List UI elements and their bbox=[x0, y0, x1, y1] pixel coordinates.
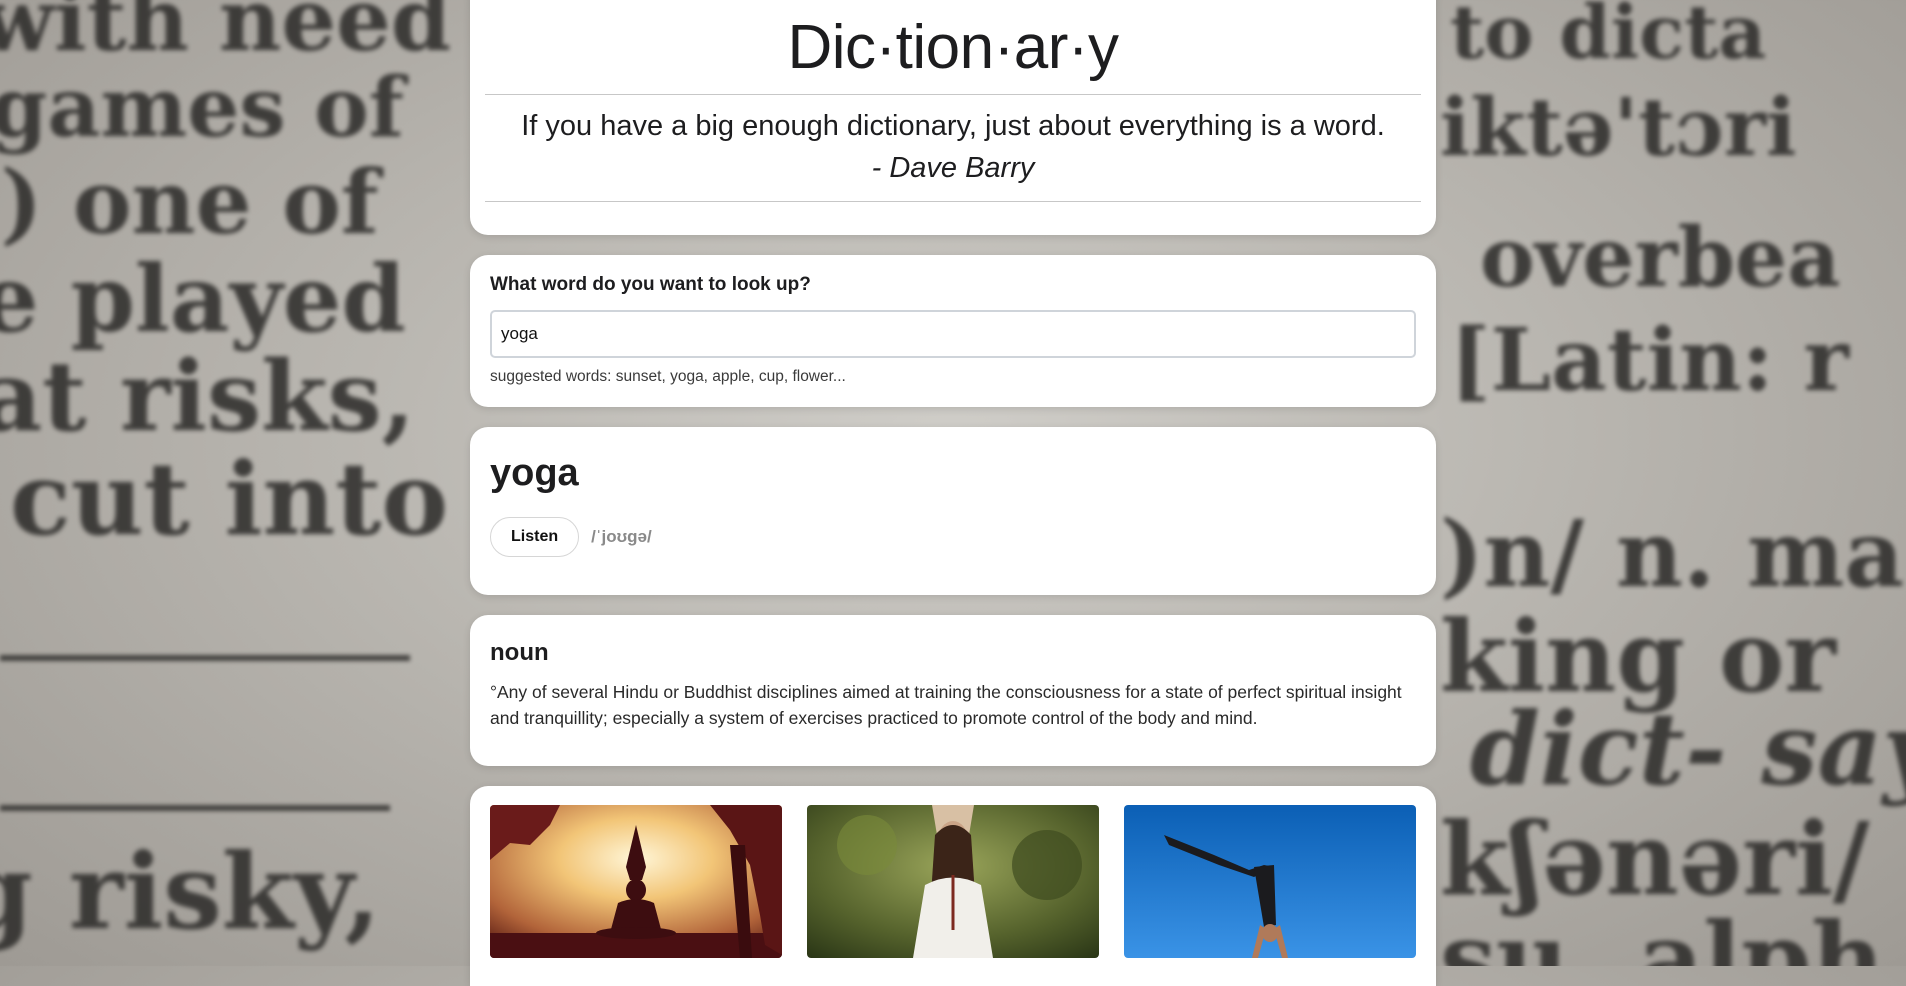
phonetic-row: Listen /ˈjoʊɡə/ bbox=[490, 517, 1416, 557]
background-text: cut into bbox=[10, 440, 449, 558]
background-text: dict- say bbox=[1470, 690, 1906, 808]
divider bbox=[485, 201, 1421, 202]
background-text: at risks, bbox=[0, 340, 416, 453]
search-input[interactable] bbox=[490, 310, 1416, 358]
background-text: games of bbox=[0, 60, 405, 156]
background-rule bbox=[0, 805, 390, 811]
background-text: iktə'tɔri bbox=[1440, 80, 1797, 174]
background-text: g risky, bbox=[0, 830, 381, 953]
part-of-speech: noun bbox=[490, 639, 549, 666]
photos-card bbox=[470, 786, 1436, 986]
photo-woman-forest bbox=[807, 805, 1099, 958]
result-word: yoga bbox=[490, 452, 579, 494]
header-card: Dic·tion·ar·y If you have a big enough d… bbox=[470, 0, 1436, 235]
background-text: to dicta bbox=[1450, 0, 1767, 76]
background-text: su. alph bbox=[1440, 900, 1885, 966]
phonetic-text: /ˈjoʊɡə/ bbox=[591, 527, 652, 546]
definition-text: °Any of several Hindu or Buddhist discip… bbox=[490, 682, 1402, 728]
background-rule bbox=[0, 655, 410, 661]
page-title: Dic·tion·ar·y bbox=[787, 13, 1119, 82]
photo-meditation-sunset bbox=[490, 805, 782, 958]
background-text: .) one of bbox=[0, 150, 379, 254]
photo-handstand-sky bbox=[1124, 805, 1416, 958]
search-label: What word do you want to look up? bbox=[490, 274, 811, 295]
suggested-words-hint: suggested words: sunset, yoga, apple, cu… bbox=[490, 368, 846, 385]
word-card: yoga Listen /ˈjoʊɡə/ bbox=[470, 427, 1436, 595]
quote-text: If you have a big enough dictionary, jus… bbox=[521, 110, 1385, 142]
quote: If you have a big enough dictionary, jus… bbox=[485, 95, 1421, 201]
photo-gallery bbox=[490, 805, 1416, 958]
background-text: e played bbox=[0, 245, 406, 353]
background-text: overbea bbox=[1480, 210, 1841, 306]
background-text: [Latin: r bbox=[1450, 310, 1849, 411]
search-card: What word do you want to look up? sugges… bbox=[470, 255, 1436, 407]
background-text: )n/ n. ma bbox=[1440, 500, 1904, 608]
definition-card: noun °Any of several Hindu or Buddhist d… bbox=[470, 615, 1436, 766]
quote-author: - Dave Barry bbox=[871, 152, 1035, 184]
listen-button[interactable]: Listen bbox=[490, 517, 580, 557]
